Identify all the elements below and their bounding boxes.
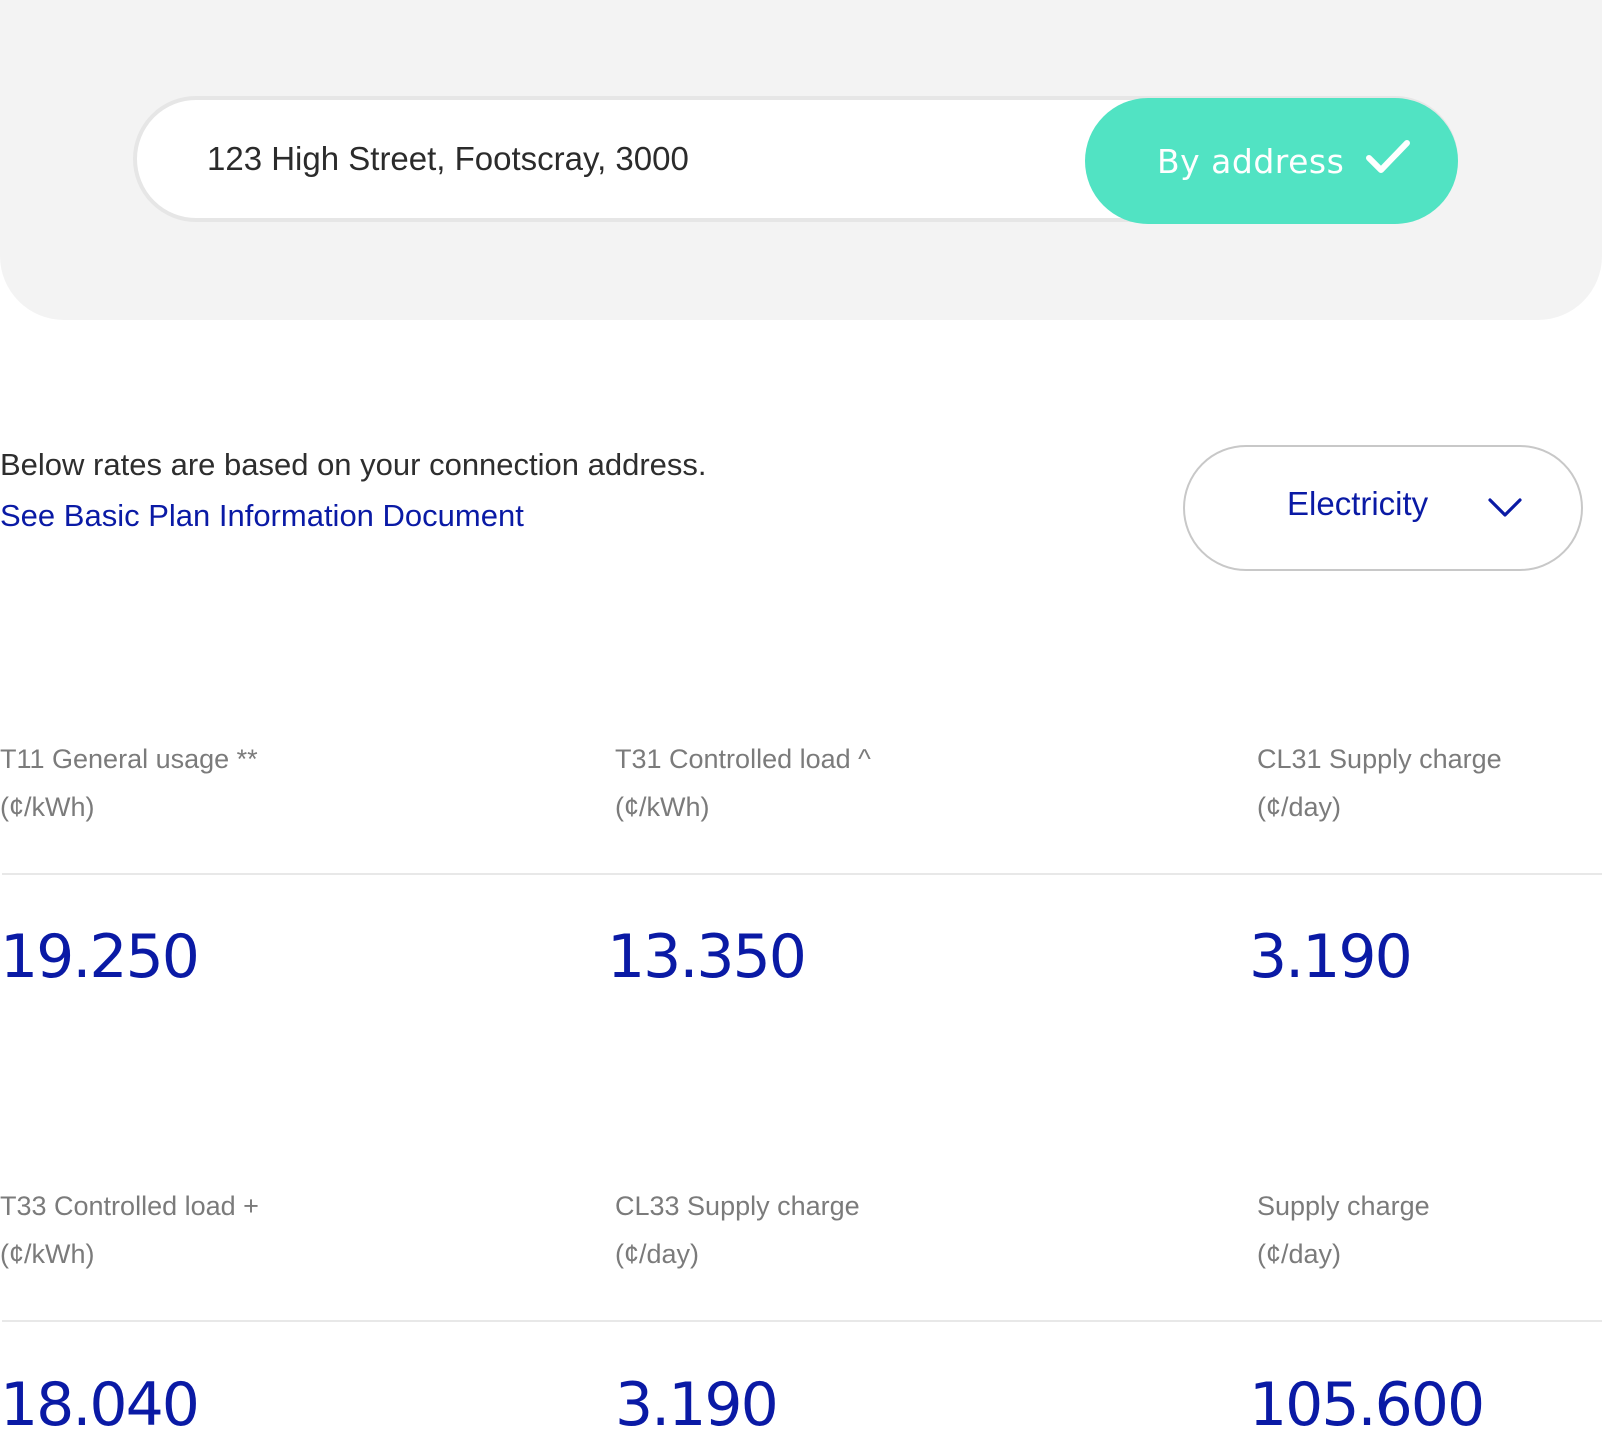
address-input[interactable] (207, 100, 1087, 218)
rate-value-t33: 18.040 (0, 1370, 200, 1440)
address-search-panel: By address (0, 0, 1602, 320)
rate-label-t31: T31 Controlled load ^ (¢/kWh) (615, 735, 871, 831)
rate-name: Supply charge (1257, 1191, 1430, 1221)
rate-value-t31: 13.350 (607, 922, 807, 992)
rate-unit: (¢/day) (615, 1239, 700, 1269)
by-address-button-label: By address (1157, 141, 1345, 181)
fuel-type-select[interactable]: Electricity (1183, 445, 1583, 571)
rate-name: CL31 Supply charge (1257, 744, 1502, 774)
rate-unit: (¢/day) (1257, 1239, 1342, 1269)
rate-name: CL33 Supply charge (615, 1191, 860, 1221)
chevron-down-icon (1488, 498, 1522, 517)
rate-value-supply: 105.600 (1249, 1370, 1485, 1440)
rate-unit: (¢/kWh) (615, 792, 710, 822)
rate-label-t33: T33 Controlled load + (¢/kWh) (0, 1182, 259, 1278)
basic-plan-document-link[interactable]: See Basic Plan Information Document (0, 498, 524, 534)
rate-label-t11: T11 General usage ** (¢/kWh) (0, 735, 258, 831)
rate-name: T33 Controlled load + (0, 1191, 259, 1221)
rate-value-t11: 19.250 (0, 922, 200, 992)
by-address-button[interactable]: By address (1085, 98, 1458, 224)
rate-value-cl33: 3.190 (615, 1370, 779, 1440)
check-icon (1366, 140, 1410, 173)
rate-unit: (¢/kWh) (0, 792, 95, 822)
rate-row-divider (2, 873, 1602, 875)
rate-name: T11 General usage ** (0, 744, 258, 774)
rate-unit: (¢/kWh) (0, 1239, 95, 1269)
fuel-type-selected-value: Electricity (1287, 485, 1429, 522)
rate-label-cl31: CL31 Supply charge (¢/day) (1257, 735, 1502, 831)
rates-intro-text: Below rates are based on your connection… (0, 447, 707, 482)
rate-row-divider (2, 1320, 1602, 1322)
rate-value-cl31: 3.190 (1249, 922, 1413, 992)
rate-label-cl33: CL33 Supply charge (¢/day) (615, 1182, 860, 1278)
rate-label-supply: Supply charge (¢/day) (1257, 1182, 1430, 1278)
rate-name: T31 Controlled load ^ (615, 744, 871, 774)
rate-unit: (¢/day) (1257, 792, 1342, 822)
